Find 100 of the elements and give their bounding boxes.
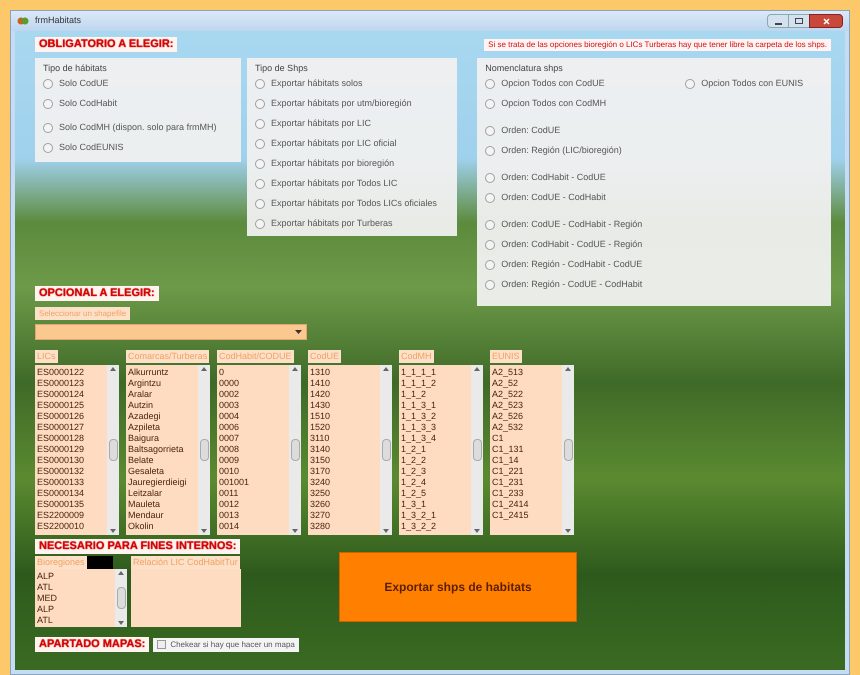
- list-item[interactable]: Argintzu: [128, 378, 198, 389]
- list-item[interactable]: 3280: [310, 521, 380, 532]
- list-item[interactable]: 1_3_2_1: [401, 510, 471, 521]
- list-box[interactable]: A2_513 A2_52 A2_522 A2_523 A2_526 A2_532 C1 C1_131 C1_14 C1_221 C1_231 C1_233 C1_2414 C1_2415: [490, 365, 574, 535]
- scroll-down-arrow-icon[interactable]: [474, 529, 480, 533]
- list-item[interactable]: 1510: [310, 411, 380, 422]
- scroll-up-arrow-icon[interactable]: [383, 367, 389, 371]
- radio-button[interactable]: [485, 173, 496, 183]
- close-button[interactable]: [809, 14, 843, 28]
- list-item[interactable]: 1_1_3_3: [401, 422, 471, 433]
- list-item[interactable]: ALP: [37, 604, 115, 615]
- list-item[interactable]: 0013: [219, 510, 289, 521]
- scrollbar-thumb[interactable]: [382, 439, 390, 461]
- radio-button[interactable]: [485, 260, 496, 270]
- list-item[interactable]: ES0000133: [37, 477, 107, 488]
- radio-button[interactable]: [685, 79, 696, 89]
- radio-button[interactable]: [485, 240, 496, 250]
- radio-button[interactable]: [485, 99, 496, 109]
- scrollbar[interactable]: [198, 365, 210, 535]
- list-item[interactable]: C1: [492, 433, 562, 444]
- export-button[interactable]: Exportar shps de habitats: [339, 552, 577, 622]
- list-item[interactable]: ES0000134: [37, 488, 107, 499]
- list-item[interactable]: ES0000122: [37, 367, 107, 378]
- maximize-button[interactable]: [789, 14, 809, 28]
- list-item[interactable]: C1_2414: [492, 499, 562, 510]
- list-item[interactable]: 1_2_1: [401, 444, 471, 455]
- scrollbar-thumb[interactable]: [564, 439, 572, 461]
- scrollbar-thumb[interactable]: [108, 439, 118, 461]
- list-item[interactable]: A2_526: [492, 411, 562, 422]
- list-item[interactable]: Aralar: [128, 389, 198, 400]
- list-item[interactable]: 1_1_3_2: [401, 411, 471, 422]
- radio-button[interactable]: [485, 126, 496, 136]
- list-item[interactable]: 0003: [219, 400, 289, 411]
- scroll-down-arrow-icon[interactable]: [292, 529, 298, 533]
- list-item[interactable]: ES0000129: [37, 444, 107, 455]
- scrollbar[interactable]: [107, 365, 119, 535]
- list-item[interactable]: 1_3_2_2: [401, 521, 471, 532]
- radio-button[interactable]: [485, 193, 496, 203]
- list-item[interactable]: Leitzalar: [128, 488, 198, 499]
- list-item[interactable]: 1_1_3_1: [401, 400, 471, 411]
- list-item[interactable]: ES0000125: [37, 400, 107, 411]
- list-item[interactable]: A2_513: [492, 367, 562, 378]
- map-checkbox[interactable]: Chekear si hay que hacer un mapa: [153, 638, 299, 652]
- scrollbar[interactable]: [289, 365, 301, 535]
- radio-button[interactable]: [255, 179, 265, 189]
- list-item[interactable]: ES0000135: [37, 499, 107, 510]
- list-item[interactable]: 1_3_1: [401, 499, 471, 510]
- list-item[interactable]: ES2200010: [37, 521, 107, 532]
- scrollbar-thumb[interactable]: [290, 439, 300, 461]
- scroll-down-arrow-icon[interactable]: [110, 529, 116, 533]
- list-box[interactable]: 0 0000 0002 0003 0004 0006 0007 0008 0009 0010 001001 0011 0012 0013 0014: [217, 365, 301, 535]
- scrollbar-thumb[interactable]: [116, 587, 126, 609]
- radio-button[interactable]: [255, 79, 265, 89]
- list-item[interactable]: 3240: [310, 477, 380, 488]
- list-item[interactable]: ES0000132: [37, 466, 107, 477]
- list-item[interactable]: C1_221: [492, 466, 562, 477]
- list-item[interactable]: 0008: [219, 444, 289, 455]
- list-item[interactable]: A2_523: [492, 400, 562, 411]
- scroll-up-arrow-icon[interactable]: [118, 571, 124, 575]
- list-item[interactable]: 0009: [219, 455, 289, 466]
- radio-button[interactable]: [485, 146, 496, 156]
- list-item[interactable]: Autzin: [128, 400, 198, 411]
- list-item[interactable]: 0014: [219, 521, 289, 532]
- list-item[interactable]: 1430: [310, 400, 380, 411]
- list-item[interactable]: 3110: [310, 433, 380, 444]
- list-item[interactable]: ES0000123: [37, 378, 107, 389]
- list-item[interactable]: Azadegi: [128, 411, 198, 422]
- list-item[interactable]: 3270: [310, 510, 380, 521]
- radio-button[interactable]: [43, 79, 53, 89]
- scroll-up-arrow-icon[interactable]: [201, 367, 207, 371]
- scrollbar[interactable]: [380, 365, 392, 535]
- scroll-down-arrow-icon[interactable]: [565, 529, 571, 533]
- list-item[interactable]: ES0000130: [37, 455, 107, 466]
- list-item[interactable]: ES0000127: [37, 422, 107, 433]
- list-item[interactable]: C1_233: [492, 488, 562, 499]
- list-item[interactable]: ES0000124: [37, 389, 107, 400]
- list-item[interactable]: C1_231: [492, 477, 562, 488]
- radio-button[interactable]: [485, 280, 496, 290]
- list-item[interactable]: Okolin: [128, 521, 198, 532]
- list-item[interactable]: ALP: [37, 571, 115, 582]
- list-item[interactable]: 0004: [219, 411, 289, 422]
- radio-button[interactable]: [255, 159, 265, 169]
- radio-button[interactable]: [255, 219, 265, 229]
- list-box[interactable]: ES0000122 ES0000123 ES0000124 ES0000125 ES0000126 ES0000127 ES0000128 ES0000129 ES0000130 ES0000132 ES0000133 ES0000134 ES0000135 ES2200009 ES2200010: [35, 365, 119, 535]
- list-item[interactable]: 3150: [310, 455, 380, 466]
- list-item[interactable]: ES0000126: [37, 411, 107, 422]
- list-item[interactable]: Mauleta: [128, 499, 198, 510]
- list-item[interactable]: 1_1_1_1: [401, 367, 471, 378]
- list-item[interactable]: A2_522: [492, 389, 562, 400]
- scrollbar-thumb[interactable]: [200, 439, 208, 461]
- scroll-down-arrow-icon[interactable]: [118, 621, 124, 625]
- list-item[interactable]: 1310: [310, 367, 380, 378]
- list-item[interactable]: A2_532: [492, 422, 562, 433]
- list-item[interactable]: C1_14: [492, 455, 562, 466]
- list-item[interactable]: 0007: [219, 433, 289, 444]
- scroll-up-arrow-icon[interactable]: [292, 367, 298, 371]
- list-item[interactable]: ATL: [37, 615, 115, 626]
- list-item[interactable]: 1_2_3: [401, 466, 471, 477]
- list-item[interactable]: 1_2_2: [401, 455, 471, 466]
- list-box[interactable]: 1310 1410 1420 1430 1510 1520 3110 3140 3150 3170 3240 3250 3260 3270 3280: [308, 365, 392, 535]
